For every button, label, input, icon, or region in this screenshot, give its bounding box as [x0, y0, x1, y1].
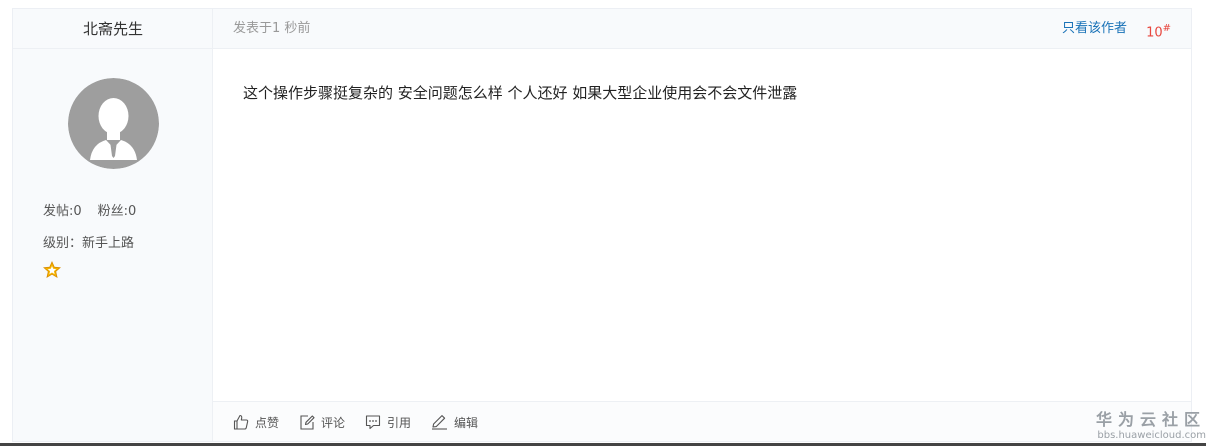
comment-button[interactable]: 评论 [299, 414, 345, 431]
post-header: 发表于1 秒前 只看该作者 10# [213, 9, 1191, 49]
forum-post: 北斋先生 发帖:0 粉丝:0 级别：新手上路 发表于1 秒前 只看该作者 10#… [12, 8, 1192, 442]
author-stats: 发帖:0 粉丝:0 [43, 200, 136, 219]
floor-mark: # [1162, 23, 1171, 34]
edit-label: 编辑 [454, 415, 479, 430]
author-name[interactable]: 北斋先生 [13, 9, 213, 49]
watermark-title: 华为云社区 [1095, 410, 1206, 429]
author-panel: 北斋先生 发帖:0 粉丝:0 级别：新手上路 [13, 9, 213, 441]
quote-button[interactable]: 引用 [365, 414, 411, 431]
post-actions: 点赞 评论 引用 编辑 [233, 402, 498, 442]
comment-label: 评论 [321, 415, 346, 430]
like-label: 点赞 [255, 415, 280, 430]
comment-edit-icon [300, 415, 315, 430]
like-button[interactable]: 点赞 [233, 414, 279, 431]
quote-label: 引用 [387, 415, 412, 430]
edit-button[interactable]: 编辑 [431, 414, 478, 431]
site-watermark: 华为云社区 bbs.huaweicloud.com [1096, 410, 1206, 442]
floor-number: 10# [1146, 9, 1171, 53]
post-main: 发表于1 秒前 只看该作者 10# 这个操作步骤挺复杂的 安全问题怎么样 个人还… [213, 9, 1191, 441]
author-level: 级别：新手上路 [43, 236, 135, 251]
watermark-url: bbs.huaweicloud.com [1097, 430, 1206, 441]
posts-count[interactable]: 发帖:0 [43, 204, 82, 219]
pencil-icon [432, 415, 448, 430]
post-time: 发表于1 秒前 [233, 21, 311, 36]
floor-number-value: 10 [1146, 25, 1163, 41]
post-content: 这个操作步骤挺复杂的 安全问题怎么样 个人还好 如果大型企业使用会不会文件泄露 [243, 84, 798, 102]
default-user-avatar-icon[interactable] [68, 78, 159, 169]
only-author-link[interactable]: 只看该作者 [1062, 9, 1127, 49]
fans-count[interactable]: 粉丝:0 [98, 204, 137, 219]
thumbs-up-icon [233, 414, 249, 430]
star-icon [43, 261, 61, 279]
quote-bubble-icon [365, 415, 381, 430]
post-footer: 点赞 评论 引用 编辑 [213, 401, 1191, 441]
